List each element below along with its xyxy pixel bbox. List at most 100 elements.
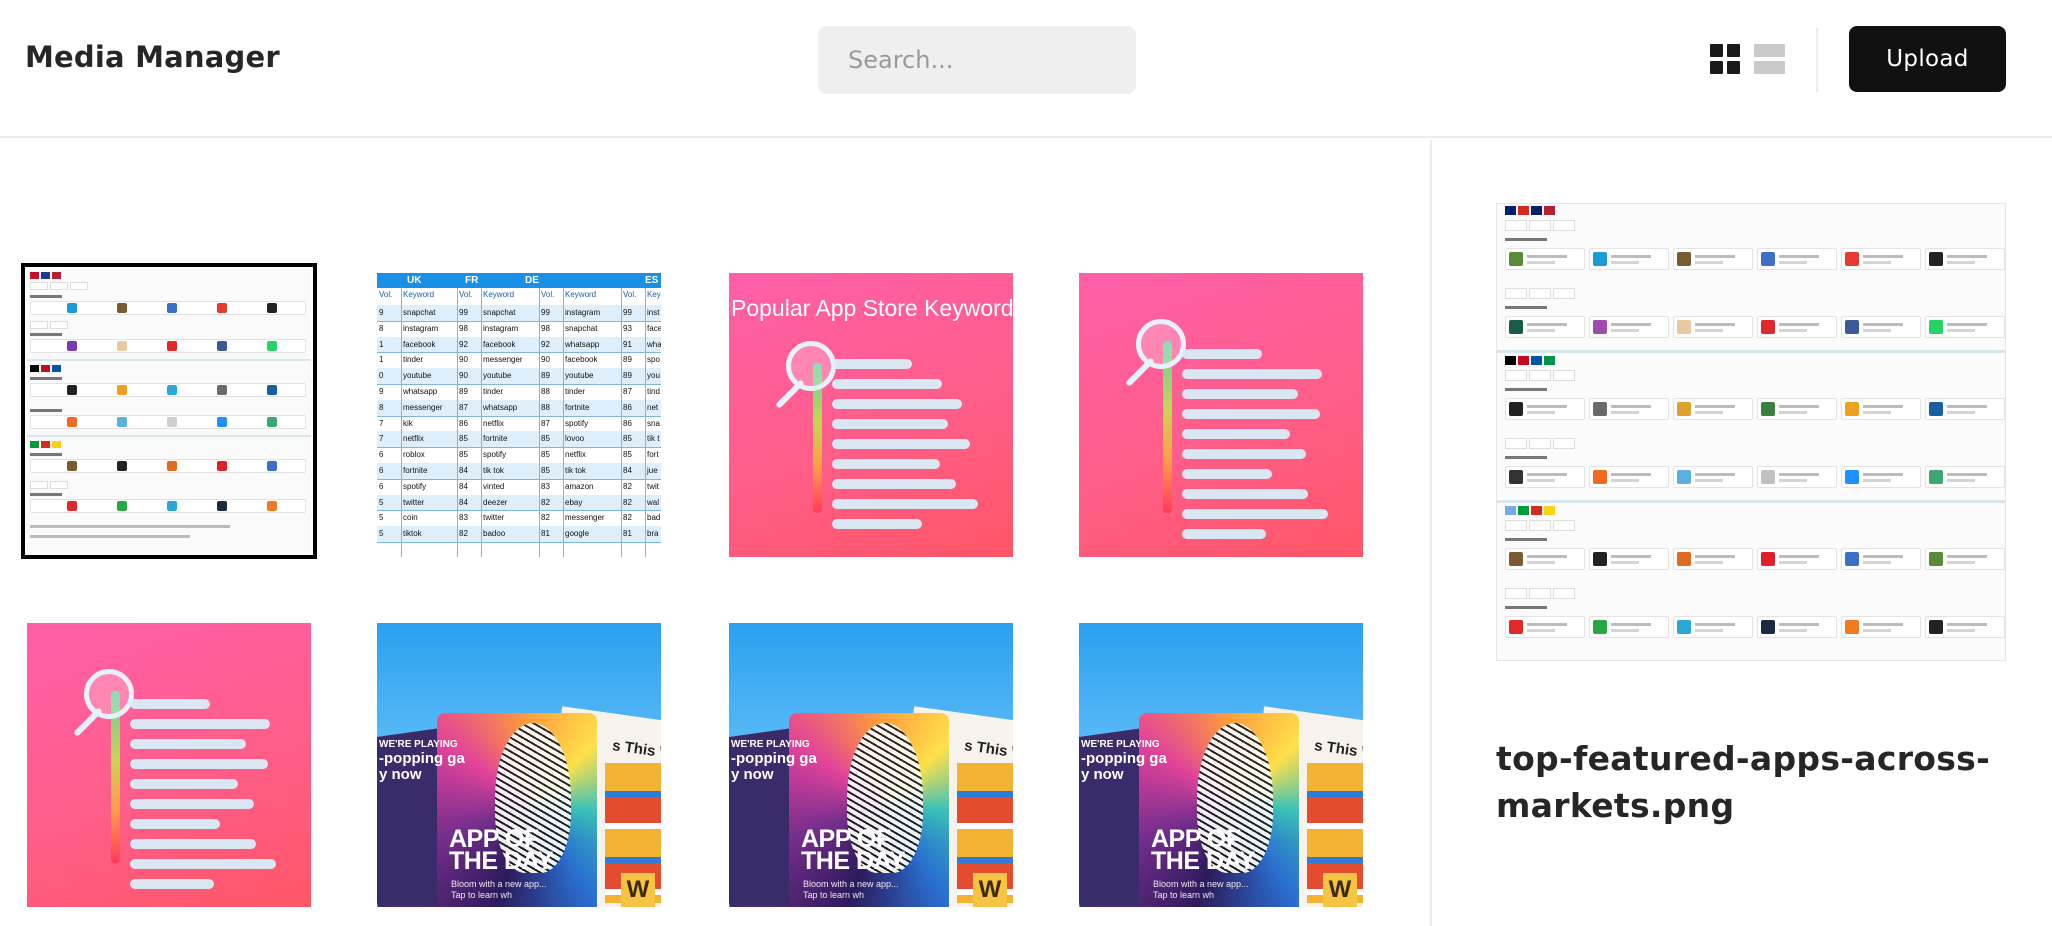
table-cell: 8	[379, 323, 384, 333]
preview-tab	[1505, 370, 1527, 381]
table-cell: face	[647, 323, 661, 333]
app-icon	[1929, 252, 1943, 266]
table-cell: whatsapp	[403, 387, 438, 396]
table-cell: 92	[541, 339, 550, 349]
flag-icon	[1544, 206, 1555, 215]
app-icon	[1929, 320, 1943, 334]
app-icon	[1593, 620, 1607, 634]
app-name-line	[1947, 623, 1987, 626]
app-name-line	[1527, 623, 1567, 626]
table-cell: 87	[459, 402, 468, 412]
preview-section-label	[1505, 456, 1547, 459]
app-meta-line	[1947, 411, 1975, 414]
preview-tab	[1553, 438, 1575, 449]
table-cell: net	[647, 402, 659, 412]
flag-icon	[1544, 356, 1555, 365]
app-meta-line	[1779, 261, 1807, 264]
keyword-art-caption: Popular App Store Keywords	[731, 295, 1013, 321]
app-name-line	[1611, 405, 1651, 408]
aotd-popping-text: -popping ga y now	[379, 750, 465, 783]
table-column-header: Vol.	[623, 290, 637, 299]
media-thumbnail-app-of-the-day[interactable]: W WE'RE PLAYING -popping ga y now s This …	[377, 623, 661, 907]
table-cell: fortnite	[403, 466, 428, 475]
app-name-line	[1611, 323, 1651, 326]
media-preview	[1496, 203, 2006, 661]
app-name-line	[1695, 255, 1735, 258]
table-column-header: Vol.	[379, 290, 393, 299]
media-thumbnail-keyword-table[interactable]: UK FR DE ES Vol. Keyword Vol. Keyword Vol. Keywor…	[377, 273, 661, 557]
app-name-line	[1863, 255, 1903, 258]
app-meta-line	[1947, 561, 1975, 564]
table-cell: sna	[647, 418, 660, 428]
search-input[interactable]	[818, 26, 1136, 94]
app-name-line	[1863, 405, 1903, 408]
table-column-header: Keyword	[483, 290, 515, 299]
media-thumbnail-keyword-art[interactable]	[1079, 273, 1363, 557]
app-meta-line	[1527, 479, 1555, 482]
app-meta-line	[1863, 329, 1891, 332]
table-column-line	[539, 288, 540, 557]
media-thumbnail-keyword-art[interactable]	[27, 623, 311, 907]
keyword-art-image	[27, 623, 311, 907]
app-icon	[1509, 470, 1523, 484]
table-cell: 85	[459, 434, 468, 444]
app-meta-line	[1779, 329, 1807, 332]
table-cell: messenger	[403, 402, 443, 412]
table-cell: instagram	[403, 323, 439, 333]
table-column-line	[457, 288, 458, 557]
app-meta-line	[1611, 479, 1639, 482]
app-of-the-day-image: W WE'RE PLAYING -popping ga y now s This …	[729, 623, 1013, 907]
table-column-header: Vol.	[541, 290, 555, 299]
app-name-line	[1779, 255, 1819, 258]
preview-tab	[1553, 520, 1575, 531]
table-row-line	[377, 384, 661, 385]
table-cell: 82	[623, 481, 632, 491]
app-meta-line	[1611, 261, 1639, 264]
media-thumbnail-app-of-the-day[interactable]: W WE'RE PLAYING -popping ga y now s This …	[729, 623, 1013, 907]
table-row-line	[377, 447, 661, 449]
app-meta-line	[1947, 479, 1975, 482]
table-cell: facebook	[403, 339, 436, 349]
media-thumbnail-keyword-art-captioned[interactable]: Popular App Store Keywords	[729, 273, 1013, 557]
app-meta-line	[1527, 561, 1555, 564]
upload-button[interactable]: Upload	[1849, 26, 2006, 92]
table-cell: deezer	[483, 497, 508, 507]
flag-icon	[1505, 506, 1516, 515]
aotd-subtext: Bloom with a new app... Tap to learn wh	[1153, 879, 1249, 900]
table-cell: netflix	[565, 450, 586, 460]
app-name-line	[1527, 555, 1567, 558]
table-cell: whatsapp	[483, 402, 518, 412]
app-icon	[1509, 552, 1523, 566]
preview-tab	[1529, 520, 1551, 531]
media-thumbnail-top-featured[interactable]	[21, 263, 317, 559]
flag-icon	[1505, 206, 1516, 215]
table-cell: instagram	[483, 323, 519, 333]
table-cell: fort	[647, 450, 659, 460]
app-meta-line	[1863, 561, 1891, 564]
table-column-header: Vol.	[459, 290, 473, 299]
table-cell: 89	[623, 371, 632, 381]
app-name-line	[1527, 323, 1567, 326]
table-cell: 81	[623, 529, 632, 539]
table-row-line	[377, 478, 661, 480]
table-cell: tik t	[647, 434, 660, 444]
app-meta-line	[1779, 479, 1807, 482]
table-market-header: UK FR DE ES	[377, 273, 661, 288]
table-cell: bad	[647, 513, 661, 523]
app-meta-line	[1947, 329, 1975, 332]
table-cell: 82	[541, 513, 550, 523]
app-icon	[1845, 402, 1859, 416]
table-cell: youtube	[403, 371, 432, 381]
table-cell: netflix	[483, 418, 504, 428]
flag-icon	[1518, 506, 1529, 515]
aotd-popping-text: -popping ga y now	[1081, 750, 1167, 783]
preview-tab	[1505, 588, 1527, 599]
app-icon	[1677, 402, 1691, 416]
flag-icon	[1531, 356, 1542, 365]
table-cell: 5	[379, 529, 384, 539]
table-cell: tind	[647, 387, 660, 396]
media-thumbnail-app-of-the-day[interactable]: W WE'RE PLAYING -popping ga y now s This …	[1079, 623, 1363, 907]
list-view-icon[interactable]	[1754, 44, 1785, 75]
preview-section-label	[1505, 306, 1547, 309]
grid-view-icon[interactable]	[1710, 44, 1741, 75]
